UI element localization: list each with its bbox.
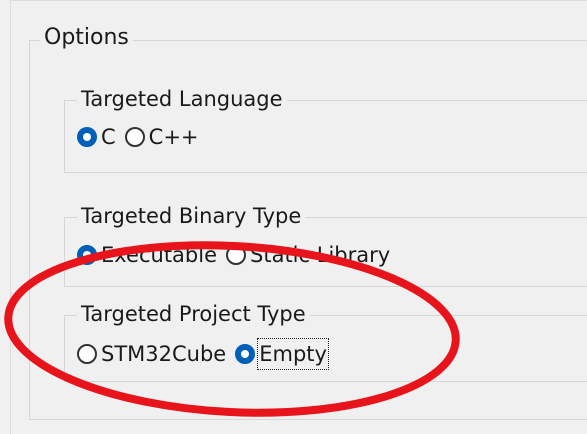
targeted-binary-type-group: Targeted Binary Type Executable Static L… bbox=[64, 202, 587, 287]
radio-static-library-label: Static Library bbox=[250, 243, 391, 267]
options-dialog: Options Targeted Language C C++ Targeted… bbox=[0, 0, 587, 434]
targeted-language-options: C C++ bbox=[77, 123, 208, 151]
targeted-project-type-group: Targeted Project Type STM32Cube Empty bbox=[64, 300, 587, 382]
targeted-binary-type-options: Executable Static Library bbox=[77, 241, 399, 269]
radio-stm32cube[interactable]: STM32Cube bbox=[77, 340, 226, 368]
targeted-binary-type-legend: Targeted Binary Type bbox=[77, 202, 306, 230]
targeted-project-type-legend: Targeted Project Type bbox=[77, 300, 310, 328]
radio-empty-indicator[interactable] bbox=[235, 344, 256, 364]
radio-cpp[interactable]: C++ bbox=[124, 123, 199, 151]
radio-empty-label: Empty bbox=[257, 338, 329, 370]
radio-c[interactable]: C bbox=[77, 123, 116, 151]
radio-executable-indicator[interactable] bbox=[77, 245, 97, 265]
radio-cpp-label: C++ bbox=[148, 125, 199, 149]
radio-c-label: C bbox=[101, 125, 116, 149]
targeted-language-legend: Targeted Language bbox=[77, 85, 287, 113]
radio-static-library[interactable]: Static Library bbox=[226, 241, 390, 269]
radio-executable[interactable]: Executable bbox=[77, 241, 217, 269]
radio-stm32cube-indicator[interactable] bbox=[77, 344, 97, 364]
radio-c-indicator[interactable] bbox=[77, 127, 97, 147]
radio-static-library-indicator[interactable] bbox=[226, 245, 247, 265]
targeted-language-group: Targeted Language C C++ bbox=[64, 85, 587, 173]
targeted-project-type-options: STM32Cube Empty bbox=[77, 338, 336, 370]
radio-empty[interactable]: Empty bbox=[235, 338, 329, 370]
radio-executable-label: Executable bbox=[101, 243, 218, 267]
radio-stm32cube-label: STM32Cube bbox=[101, 342, 227, 366]
radio-cpp-indicator[interactable] bbox=[124, 127, 145, 147]
options-legend: Options bbox=[40, 24, 133, 52]
